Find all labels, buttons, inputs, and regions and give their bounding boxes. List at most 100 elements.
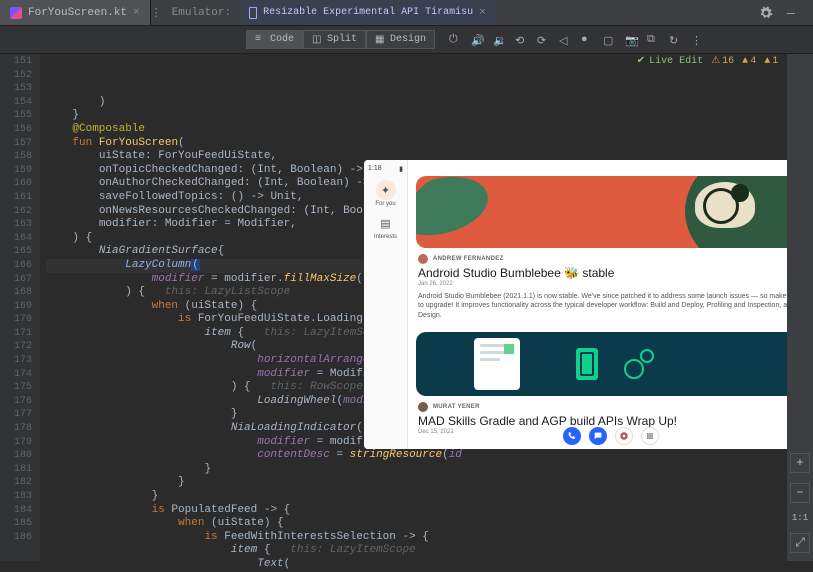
emulator-clock: 1:18 (368, 165, 382, 173)
code-line[interactable]: } (46, 463, 813, 477)
typo-count[interactable]: ▲1 (764, 55, 778, 69)
emulator-content[interactable]: ▾ ANDREW FERNANDEZ Android Studio Bumble… (408, 160, 813, 449)
live-edit-status[interactable]: ✔Live Edit (637, 55, 703, 69)
line-number: 167 (0, 273, 32, 287)
sparkle-icon: ✦ (381, 184, 390, 197)
line-number: 173 (0, 354, 32, 368)
kebab-icon[interactable]: ⋮ (691, 34, 703, 46)
code-icon: ≡ (255, 34, 266, 45)
code-line[interactable]: contentDesc = stringResource(id (46, 449, 813, 463)
code-view-button[interactable]: ≡ Code (246, 30, 303, 49)
code-line[interactable]: when (uiState) { (46, 517, 813, 531)
zoom-out-button[interactable]: − (790, 483, 810, 503)
chrome-app-icon[interactable] (615, 427, 633, 445)
volume-down-icon[interactable]: 🔉 (493, 34, 505, 46)
code-line[interactable]: is PopulatedFeed -> { (46, 504, 813, 518)
line-number-gutter: 1511521531541551561571581591601611621631… (0, 54, 40, 561)
code-line[interactable]: item { this: LazyItemScope (46, 544, 813, 558)
card-date: Jan 26, 2022 (408, 280, 813, 290)
feed-card[interactable] (416, 332, 805, 396)
expand-icon[interactable]: ― (787, 6, 801, 20)
weak-warning-count[interactable]: ▲4 (742, 55, 756, 69)
author-avatar (418, 402, 428, 412)
rotate-left-icon[interactable]: ⟲ (515, 34, 527, 46)
overview-icon[interactable]: ▢ (603, 34, 615, 46)
gear-icon[interactable] (759, 6, 773, 20)
close-icon[interactable]: × (479, 7, 486, 19)
emulator-label: Emulator: (172, 7, 231, 19)
line-number: 151 (0, 55, 32, 69)
line-number: 169 (0, 300, 32, 314)
line-number: 181 (0, 463, 32, 477)
home-icon[interactable]: ● (581, 34, 593, 46)
gears-icon (624, 349, 654, 379)
check-icon: ✔ (637, 55, 645, 69)
emulator-device-tab[interactable]: Resizable Experimental API Tiramisu × (239, 0, 496, 25)
phone-icon (249, 7, 257, 19)
warning-count-value: 16 (722, 55, 734, 69)
line-number: 157 (0, 137, 32, 151)
warning-count[interactable]: ⚠16 (711, 55, 734, 69)
badge-icon (576, 348, 598, 380)
line-number: 174 (0, 368, 32, 382)
line-number: 163 (0, 218, 32, 232)
card-body: Android Studio Bumblebee (2021.1.1) is n… (408, 290, 813, 326)
code-line[interactable]: is FeedWithInterestsSelection -> { (46, 531, 813, 545)
split-view-label: Split (327, 34, 357, 45)
editor-tabbar: ForYouScreen.kt × ⋮ Emulator: Resizable … (0, 0, 813, 26)
code-view-label: Code (270, 34, 294, 45)
code-line[interactable]: @Composable (46, 123, 813, 137)
line-number: 178 (0, 422, 32, 436)
messages-app-icon[interactable] (589, 427, 607, 445)
author-name: MURAT YENER (433, 404, 480, 410)
author-name: ANDREW FERNANDEZ (433, 256, 503, 262)
design-view-button[interactable]: ▦ Design (366, 30, 435, 49)
rotate-right-icon[interactable]: ⟳ (537, 34, 549, 46)
line-number: 168 (0, 286, 32, 300)
split-view-button[interactable]: ◫ Split (303, 30, 366, 49)
split-icon: ◫ (312, 34, 323, 45)
refresh-icon[interactable]: ↻ (669, 34, 681, 46)
zoom-fit-button[interactable]: ⤢ (790, 533, 810, 553)
line-number: 182 (0, 476, 32, 490)
volume-up-icon[interactable]: 🔊 (471, 34, 483, 46)
line-number: 179 (0, 436, 32, 450)
line-number: 177 (0, 408, 32, 422)
code-line[interactable]: ) (46, 96, 813, 110)
line-number: 165 (0, 245, 32, 259)
line-number: 180 (0, 449, 32, 463)
typo-icon: ▲ (764, 55, 770, 69)
code-line[interactable]: } (46, 476, 813, 490)
line-number: 166 (0, 259, 32, 273)
line-number: 176 (0, 395, 32, 409)
feed-card[interactable] (416, 176, 805, 248)
device-label: Resizable Experimental API Tiramisu (263, 7, 473, 18)
code-line[interactable]: } (46, 109, 813, 123)
file-tab-foryouscreen[interactable]: ForYouScreen.kt × (0, 0, 151, 25)
app-drawer-icon[interactable] (641, 427, 659, 445)
line-number: 160 (0, 177, 32, 191)
code-line[interactable]: fun ForYouScreen( (46, 137, 813, 151)
nav-for-you[interactable]: ✦ For you (368, 180, 404, 207)
kebab-icon[interactable]: ⋮ (151, 6, 162, 20)
line-number: 152 (0, 69, 32, 83)
author-avatar (418, 254, 428, 264)
back-icon[interactable]: ◁ (559, 34, 571, 46)
file-tab-label: ForYouScreen.kt (28, 7, 127, 19)
design-icon: ▦ (375, 34, 386, 45)
phone-app-icon[interactable] (563, 427, 581, 445)
emulator-screen[interactable]: 1:18 ▮ ✦ For you ▤ Interests ▾ ANDREW FE… (364, 160, 813, 449)
close-icon[interactable]: × (133, 7, 140, 19)
screenshot-icon[interactable]: 📷 (625, 34, 637, 46)
line-number: 154 (0, 96, 32, 110)
line-number: 155 (0, 109, 32, 123)
power-icon[interactable]: ⏻ (449, 34, 461, 46)
code-line[interactable]: } (46, 490, 813, 504)
emulator-nav-rail: 1:18 ▮ ✦ For you ▤ Interests (364, 160, 408, 449)
line-number: 175 (0, 381, 32, 395)
zoom-in-button[interactable]: + (790, 453, 810, 473)
nav-interests[interactable]: ▤ Interests (368, 213, 404, 240)
resize-icon[interactable]: ⧉ (647, 34, 659, 46)
zoom-ratio-button[interactable]: 1:1 (792, 513, 808, 523)
code-line[interactable]: Text( (46, 558, 813, 572)
